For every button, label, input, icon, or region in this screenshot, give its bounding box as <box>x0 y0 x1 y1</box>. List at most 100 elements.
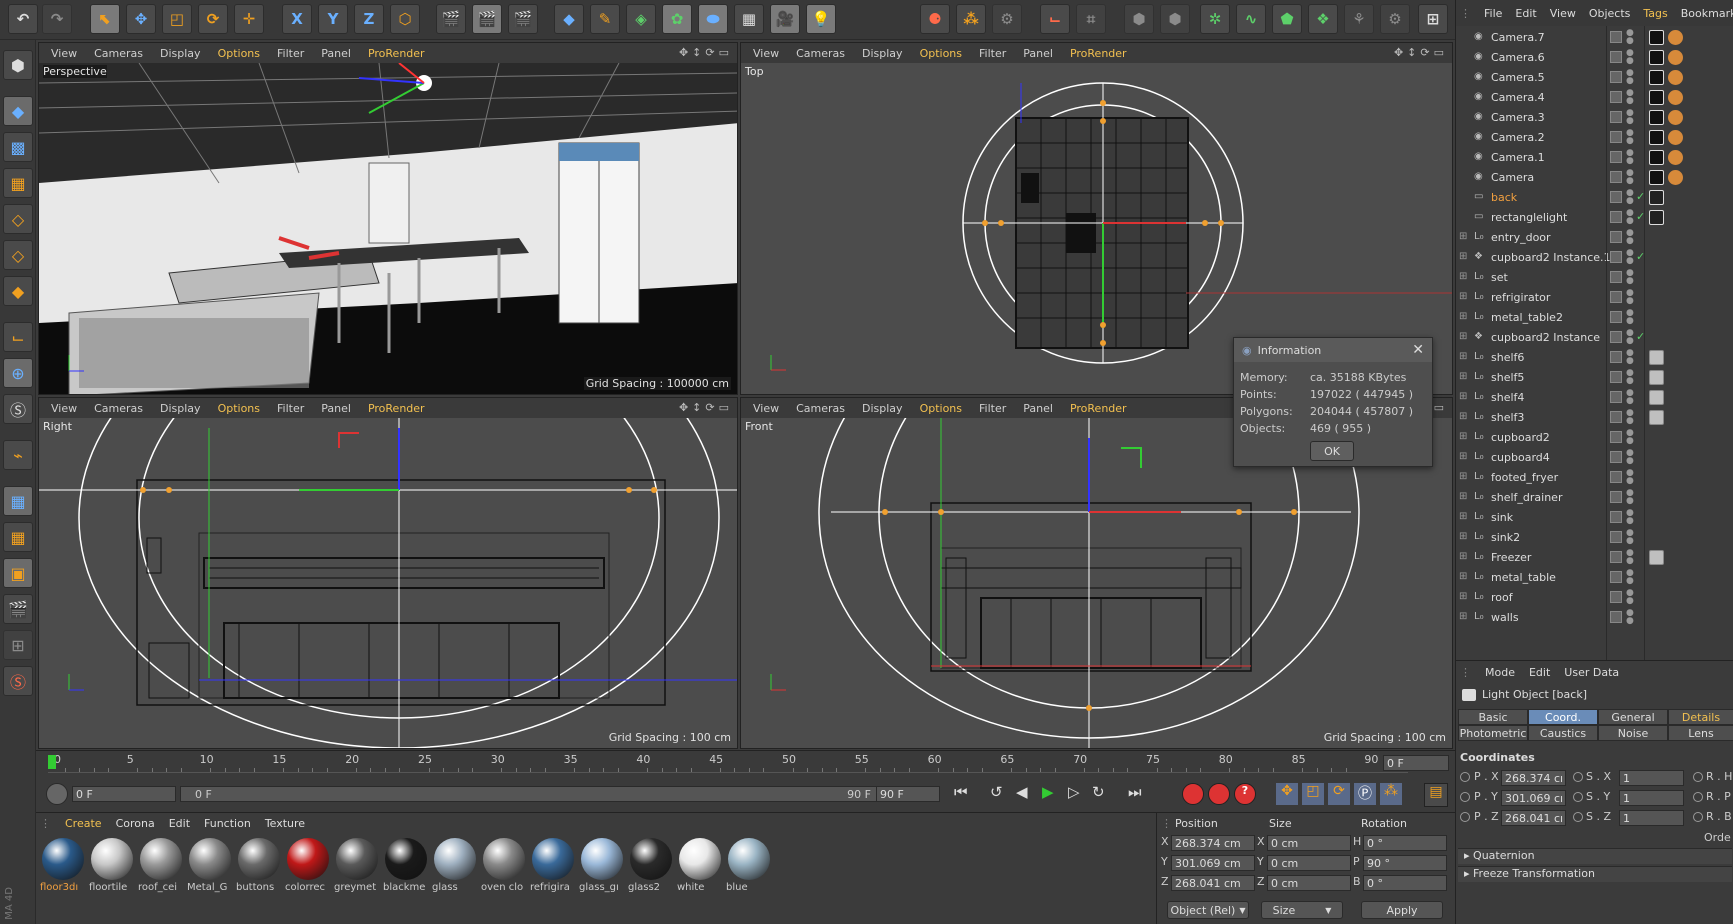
position-field[interactable]: 268.041 cm <box>1171 875 1255 891</box>
play-icon[interactable]: ▶ <box>1042 783 1054 801</box>
camera-tag-icon[interactable] <box>1649 70 1664 85</box>
object-row[interactable]: ◉ Camera ● ● <box>1456 168 1733 188</box>
menu-display[interactable]: Display <box>862 47 903 60</box>
keyframe-icon[interactable] <box>1573 792 1583 802</box>
script-icon[interactable]: Ⓢ <box>3 666 33 696</box>
layout-icon[interactable]: ⊞ <box>1418 4 1448 34</box>
layer-icon[interactable] <box>1610 551 1622 563</box>
menu-filter[interactable]: Filter <box>277 402 304 415</box>
menu-cameras[interactable]: Cameras <box>796 47 845 60</box>
keyframe-icon[interactable] <box>1573 772 1583 782</box>
menu-options[interactable]: Options <box>218 47 260 60</box>
visibility-dots[interactable]: ● ● <box>1626 209 1634 226</box>
points-mode-icon[interactable]: ⬢ <box>1124 4 1154 34</box>
rotation-field[interactable]: 0 ° <box>1363 875 1447 891</box>
s-x-field[interactable]: 1 <box>1619 770 1684 786</box>
coord-mode-dropdown[interactable]: Object (Rel) ▼ <box>1167 901 1249 919</box>
object-row[interactable]: ⊞ L₀ entry_door ● ● <box>1456 228 1733 248</box>
menu-file[interactable]: File <box>1484 7 1502 20</box>
protection-tag-icon[interactable] <box>1668 130 1683 145</box>
character-icon[interactable]: ⚘ <box>1344 4 1374 34</box>
material-swatch[interactable]: refrigira <box>530 837 576 897</box>
menu-view[interactable]: View <box>51 47 77 60</box>
material-swatch[interactable]: blackme <box>383 837 429 897</box>
viewport-perspective[interactable]: View Cameras Display Options Filter Pane… <box>38 42 738 395</box>
layer-icon[interactable] <box>1610 491 1622 503</box>
layer-icon[interactable] <box>1610 151 1622 163</box>
ok-button[interactable]: OK <box>1310 441 1354 461</box>
expand-icon[interactable]: ⊞ <box>1459 391 1467 402</box>
material-swatch[interactable]: glass_gı <box>579 837 625 897</box>
rotation-field[interactable]: 90 ° <box>1363 855 1447 871</box>
object-row[interactable]: ◉ Camera.6 ● ● <box>1456 48 1733 68</box>
next-frame-icon[interactable]: ▷ <box>1068 783 1080 801</box>
move-tool-icon[interactable]: ✥ <box>126 4 156 34</box>
layer-icon[interactable] <box>1610 531 1622 543</box>
tab-photometric[interactable]: Photometric <box>1458 725 1528 741</box>
autokey-icon[interactable] <box>1208 783 1230 805</box>
expand-icon[interactable]: ⊞ <box>1459 551 1467 562</box>
viewport-nav-icons[interactable]: ✥↕⟳▭ <box>679 401 733 414</box>
menu-tags[interactable]: Tags <box>1643 7 1667 20</box>
axis-icon[interactable]: ⌙ <box>3 322 33 352</box>
quaternion-section[interactable]: ▸ Quaternion <box>1458 848 1732 864</box>
layer-icon[interactable] <box>1610 511 1622 523</box>
menu-panel[interactable]: Panel <box>321 402 351 415</box>
material-swatch[interactable]: floor3dı <box>40 837 86 897</box>
object-row[interactable]: ◉ Camera.2 ● ● <box>1456 128 1733 148</box>
object-row[interactable]: ▭ back ● ● ✓ <box>1456 188 1733 208</box>
axis-xyz-icon[interactable]: ⁂ <box>956 4 986 34</box>
expand-icon[interactable]: ⊞ <box>1459 531 1467 542</box>
p-x-field[interactable]: 268.374 cı <box>1501 770 1566 786</box>
p-y-field[interactable]: 301.069 cı <box>1501 790 1566 806</box>
expand-icon[interactable]: ⊞ <box>1459 431 1467 442</box>
workplane-lock-icon[interactable]: ▦ <box>3 486 33 516</box>
model-mode-icon[interactable]: ◆ <box>3 96 33 126</box>
s-z-field[interactable]: 1 <box>1619 810 1684 826</box>
layer-icon[interactable] <box>1610 571 1622 583</box>
layer-icon[interactable] <box>1610 451 1622 463</box>
cloner-icon[interactable]: ✿ <box>662 4 692 34</box>
visibility-dots[interactable]: ● ● <box>1626 109 1634 126</box>
visibility-dots[interactable]: ● ● <box>1626 509 1634 526</box>
expand-icon[interactable]: ⊞ <box>1459 271 1467 282</box>
expand-icon[interactable]: ⊞ <box>1459 351 1467 362</box>
keyframe-icon[interactable] <box>1693 792 1703 802</box>
subdivision-icon[interactable]: ◈ <box>626 4 656 34</box>
visibility-dots[interactable]: ● ● <box>1626 569 1634 586</box>
object-row[interactable]: ⊞ ❖ cupboard2 Instance ● ● ✓ <box>1456 328 1733 348</box>
close-icon[interactable]: ✕ <box>1412 342 1424 358</box>
menu-prorender[interactable]: ProRender <box>1070 47 1127 60</box>
layer-icon[interactable] <box>1610 431 1622 443</box>
position-field[interactable]: 301.069 cm <box>1171 855 1255 871</box>
menu-filter[interactable]: Filter <box>979 47 1006 60</box>
tab-details[interactable]: Details <box>1668 709 1733 725</box>
compositing-tag-icon[interactable] <box>1649 210 1664 225</box>
help-icon[interactable]: ? <box>1234 783 1256 805</box>
layer-icon[interactable] <box>1610 191 1622 203</box>
object-row[interactable]: ▭ rectanglelight ● ● ✓ <box>1456 208 1733 228</box>
object-row[interactable]: ⊞ L₀ walls ● ● <box>1456 608 1733 628</box>
material-swatch[interactable]: white <box>677 837 723 897</box>
object-row[interactable]: ⊞ L₀ metal_table ● ● <box>1456 568 1733 588</box>
menu-view[interactable]: View <box>1550 7 1576 20</box>
tweak-icon[interactable]: ⊕ <box>3 358 33 388</box>
menu-view[interactable]: View <box>753 47 779 60</box>
current-frame-field[interactable]: 0 F <box>72 786 176 802</box>
object-row[interactable]: ⊞ L₀ cupboard2 ● ● <box>1456 428 1733 448</box>
light-icon[interactable]: 💡 <box>806 4 836 34</box>
layer-icon[interactable] <box>1610 391 1622 403</box>
visibility-dots[interactable]: ● ● <box>1626 469 1634 486</box>
edges-icon[interactable]: ◇ <box>3 240 33 270</box>
timeline-ruler[interactable]: 0 5 10 15 20 25 30 35 40 45 50 55 60 65 70 75 80 85 90 <box>48 751 1408 773</box>
menu-display[interactable]: Display <box>160 402 201 415</box>
object-row[interactable]: ◉ Camera.4 ● ● <box>1456 88 1733 108</box>
keyframe-icon[interactable] <box>1573 812 1583 822</box>
visibility-dots[interactable]: ● ● <box>1626 589 1634 606</box>
key-pla-icon[interactable]: ⁂ <box>1380 783 1402 805</box>
redo-icon[interactable]: ↷ <box>42 4 72 34</box>
key-move-icon[interactable]: ✥ <box>1276 783 1298 805</box>
live-selection-icon[interactable]: ✛ <box>234 4 264 34</box>
snap-magnet-icon[interactable]: ⌁ <box>3 440 33 470</box>
visibility-dots[interactable]: ● ● <box>1626 229 1634 246</box>
